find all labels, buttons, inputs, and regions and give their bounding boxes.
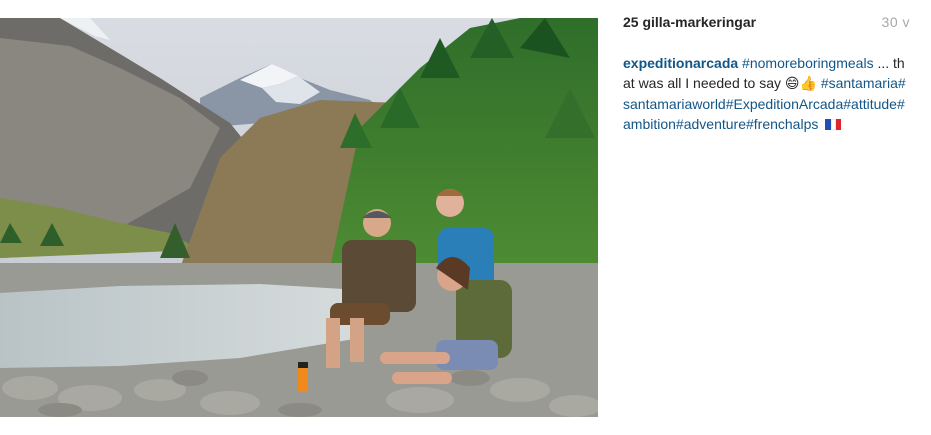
hashtag-link[interactable]: #nomoreboringmeals xyxy=(742,55,874,71)
thumbs-up-emoji-icon: 👍 xyxy=(799,76,817,92)
hashtag-link[interactable]: #adventure xyxy=(676,116,746,132)
caption-username[interactable]: expeditionarcada xyxy=(623,55,738,71)
likes-count[interactable]: 25 gilla-markeringar xyxy=(623,14,756,30)
hashtag-link[interactable]: #santamaria xyxy=(821,75,898,91)
france-flag-icon xyxy=(825,119,842,130)
hashtag-link[interactable]: #frenchalps xyxy=(746,116,818,132)
hashtag-link[interactable]: #attitude xyxy=(843,96,897,112)
post-age[interactable]: 30 v xyxy=(882,14,910,30)
smile-emoji-icon: 😄 xyxy=(784,76,800,92)
post-meta-row: 25 gilla-markeringar 30 v xyxy=(623,14,911,36)
hashtag-link[interactable]: #ExpeditionArcada xyxy=(726,96,844,112)
mountain-river-photo xyxy=(0,18,598,417)
post-sidebar: 25 gilla-markeringar 30 v expeditionarca… xyxy=(623,14,911,134)
post-caption: expeditionarcada #nomoreboringmeals ... … xyxy=(623,53,911,134)
post-photo[interactable] xyxy=(0,18,598,417)
